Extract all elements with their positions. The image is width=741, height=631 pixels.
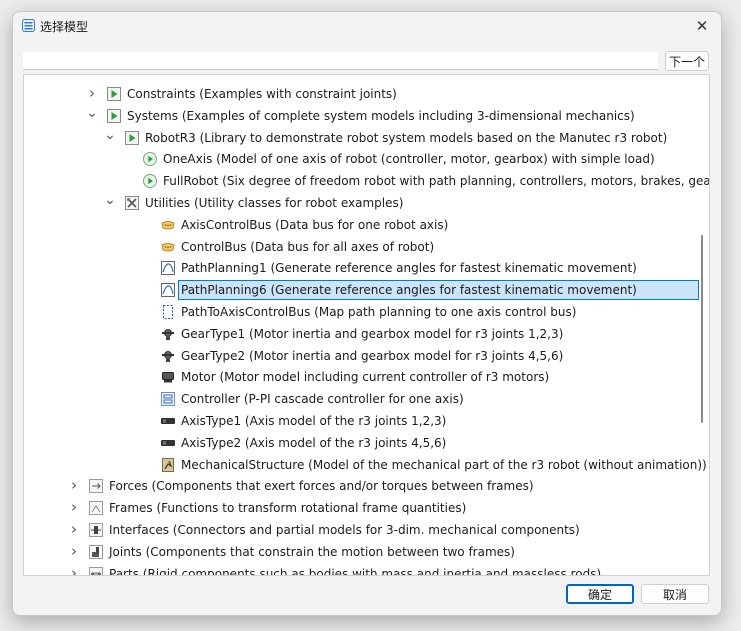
- tree-item[interactable]: MechanicalStructure (Model of the mechan…: [24, 455, 709, 475]
- chevron-right-icon[interactable]: ›: [86, 84, 98, 104]
- path-planning-icon: [161, 283, 175, 298]
- tree-item-label: FullRobot (Six degree of freedom robot w…: [163, 174, 710, 189]
- search-input[interactable]: [23, 52, 658, 70]
- tree-item-label: Forces (Components that exert forces and…: [109, 479, 534, 494]
- tree-item-label: GearType2 (Motor inertia and gearbox mod…: [181, 348, 564, 363]
- tree-item[interactable]: ControlBus (Data bus for all axes of rob…: [24, 237, 709, 257]
- bus-icon: [161, 220, 175, 230]
- motor-icon: [162, 372, 174, 383]
- tree-item[interactable]: AxisControlBus (Data bus for one robot a…: [24, 215, 709, 235]
- tree-item-label: Joints (Components that constrain the mo…: [109, 544, 515, 559]
- play-package-icon: [125, 130, 139, 145]
- gear-type-icon: [162, 328, 174, 340]
- tree-item-label: Interfaces (Connectors and partial model…: [109, 523, 580, 537]
- tree-item[interactable]: AxisType2 (Axis model of the r3 joints 4…: [24, 433, 709, 453]
- tree-item-label: Systems (Examples of complete system mod…: [127, 108, 635, 123]
- forces-icon: [89, 479, 103, 494]
- tree-item[interactable]: › Parts (Rigid components such as bodies …: [24, 564, 709, 576]
- tree-item[interactable]: Controller (P-PI cascade controller for …: [24, 389, 709, 409]
- cancel-button[interactable]: 取消: [641, 584, 709, 604]
- window-title: 选择模型: [40, 20, 89, 34]
- tree-item[interactable]: OneAxis (Model of one axis of robot (con…: [24, 149, 709, 169]
- frames-icon: [89, 501, 103, 516]
- tree-item[interactable]: › Joints (Components that constrain the m…: [24, 542, 709, 562]
- interfaces-icon: [89, 523, 103, 537]
- chevron-right-icon[interactable]: ›: [68, 476, 80, 496]
- tree-item[interactable]: › Forces (Components that exert forces an…: [24, 476, 709, 496]
- tree-item-label: PathPlanning1 (Generate reference angles…: [181, 261, 637, 276]
- ok-button[interactable]: 确定: [566, 584, 634, 604]
- controller-icon: [161, 392, 175, 407]
- bus-icon: [161, 242, 175, 252]
- tree-item-label: PathToAxisControlBus (Map path planning …: [181, 305, 577, 319]
- tree-item[interactable]: PathToAxisControlBus (Map path planning …: [24, 302, 709, 322]
- play-package-icon: [107, 108, 121, 123]
- chevron-right-icon[interactable]: ›: [68, 542, 80, 562]
- tree-item-label: Frames (Functions to transform rotationa…: [109, 501, 467, 516]
- tree-item[interactable]: FullRobot (Six degree of freedom robot w…: [24, 171, 709, 191]
- tree-item-label: Constraints (Examples with constraint jo…: [127, 87, 397, 101]
- mechanical-structure-icon: [162, 457, 174, 472]
- tree-item-label: Controller (P-PI cascade controller for …: [181, 392, 464, 407]
- tree-item[interactable]: › Interfaces (Connectors and partial mode…: [24, 520, 709, 540]
- path-planning-icon: [161, 261, 175, 276]
- tree-item[interactable]: ⌄ Utilities (Utility classes for robot ex…: [24, 193, 709, 213]
- chevron-down-icon[interactable]: ⌄: [104, 128, 116, 148]
- tree-item-label: ControlBus (Data bus for all axes of rob…: [181, 239, 435, 254]
- tree-item-label: AxisType1 (Axis model of the r3 joints 1…: [181, 414, 447, 428]
- tree-item[interactable]: ⌄ RobotR3 (Library to demonstrate robot s…: [24, 128, 709, 148]
- find-next-button[interactable]: 下一个: [665, 51, 709, 71]
- tree-item[interactable]: AxisType1 (Axis model of the r3 joints 1…: [24, 411, 709, 431]
- tree-item[interactable]: GearType2 (Motor inertia and gearbox mod…: [24, 346, 709, 366]
- tree-item-label: OneAxis (Model of one axis of robot (con…: [163, 152, 655, 167]
- tree-item[interactable]: PathPlanning6 (Generate reference angles…: [24, 280, 709, 301]
- tree-item[interactable]: ⌄ Systems (Examples of complete system mo…: [24, 106, 709, 126]
- tree-item[interactable]: GearType1 (Motor inertia and gearbox mod…: [24, 324, 709, 344]
- vertical-scrollbar[interactable]: [701, 235, 703, 423]
- path-to-bus-icon: [163, 305, 173, 319]
- tree-item-label: AxisType2 (Axis model of the r3 joints 4…: [181, 435, 447, 450]
- chevron-down-icon[interactable]: ⌄: [104, 193, 116, 213]
- axis-type-icon: [161, 439, 175, 446]
- chevron-down-icon[interactable]: ⌄: [86, 106, 98, 126]
- tree-item[interactable]: Motor (Motor model including current con…: [24, 367, 709, 387]
- select-model-dialog: 选择模型 ✕ 下一个 › Constraints (Examples with c…: [12, 11, 722, 616]
- chevron-right-icon[interactable]: ›: [68, 520, 80, 540]
- tree-item-label: GearType1 (Motor inertia and gearbox mod…: [181, 326, 564, 341]
- chevron-right-icon[interactable]: ›: [68, 498, 80, 518]
- tree-item-label: Motor (Motor model including current con…: [181, 370, 550, 385]
- gear-type-icon: [162, 350, 174, 362]
- app-icon: [22, 19, 35, 32]
- tree-item-label: RobotR3 (Library to demonstrate robot sy…: [145, 130, 668, 145]
- tree-item[interactable]: › Constraints (Examples with constraint j…: [24, 84, 709, 104]
- tree-item-label: Parts (Rigid components such as bodies w…: [109, 566, 602, 576]
- play-circle-icon: [143, 174, 157, 189]
- chevron-right-icon[interactable]: ›: [68, 564, 80, 575]
- close-button[interactable]: ✕: [691, 15, 713, 37]
- model-tree[interactable]: › Constraints (Examples with constraint j…: [23, 74, 710, 576]
- axis-type-icon: [161, 418, 175, 424]
- play-package-icon: [107, 87, 121, 101]
- tree-item-label: AxisControlBus (Data bus for one robot a…: [181, 217, 449, 232]
- title-bar: 选择模型 ✕: [13, 12, 721, 40]
- tree-item-label: PathPlanning6 (Generate reference angles…: [181, 283, 637, 298]
- tools-icon: [125, 196, 139, 210]
- tree-item[interactable]: PathPlanning1 (Generate reference angles…: [24, 258, 709, 278]
- joints-icon: [89, 544, 103, 559]
- tree-item-label: MechanicalStructure (Model of the mechan…: [181, 457, 707, 472]
- tree-item[interactable]: › Frames (Functions to transform rotation…: [24, 498, 709, 518]
- play-circle-icon: [143, 152, 157, 167]
- close-icon: ✕: [695, 17, 709, 35]
- parts-icon: [89, 566, 103, 575]
- tree-item-label: Utilities (Utility classes for robot exa…: [145, 196, 404, 210]
